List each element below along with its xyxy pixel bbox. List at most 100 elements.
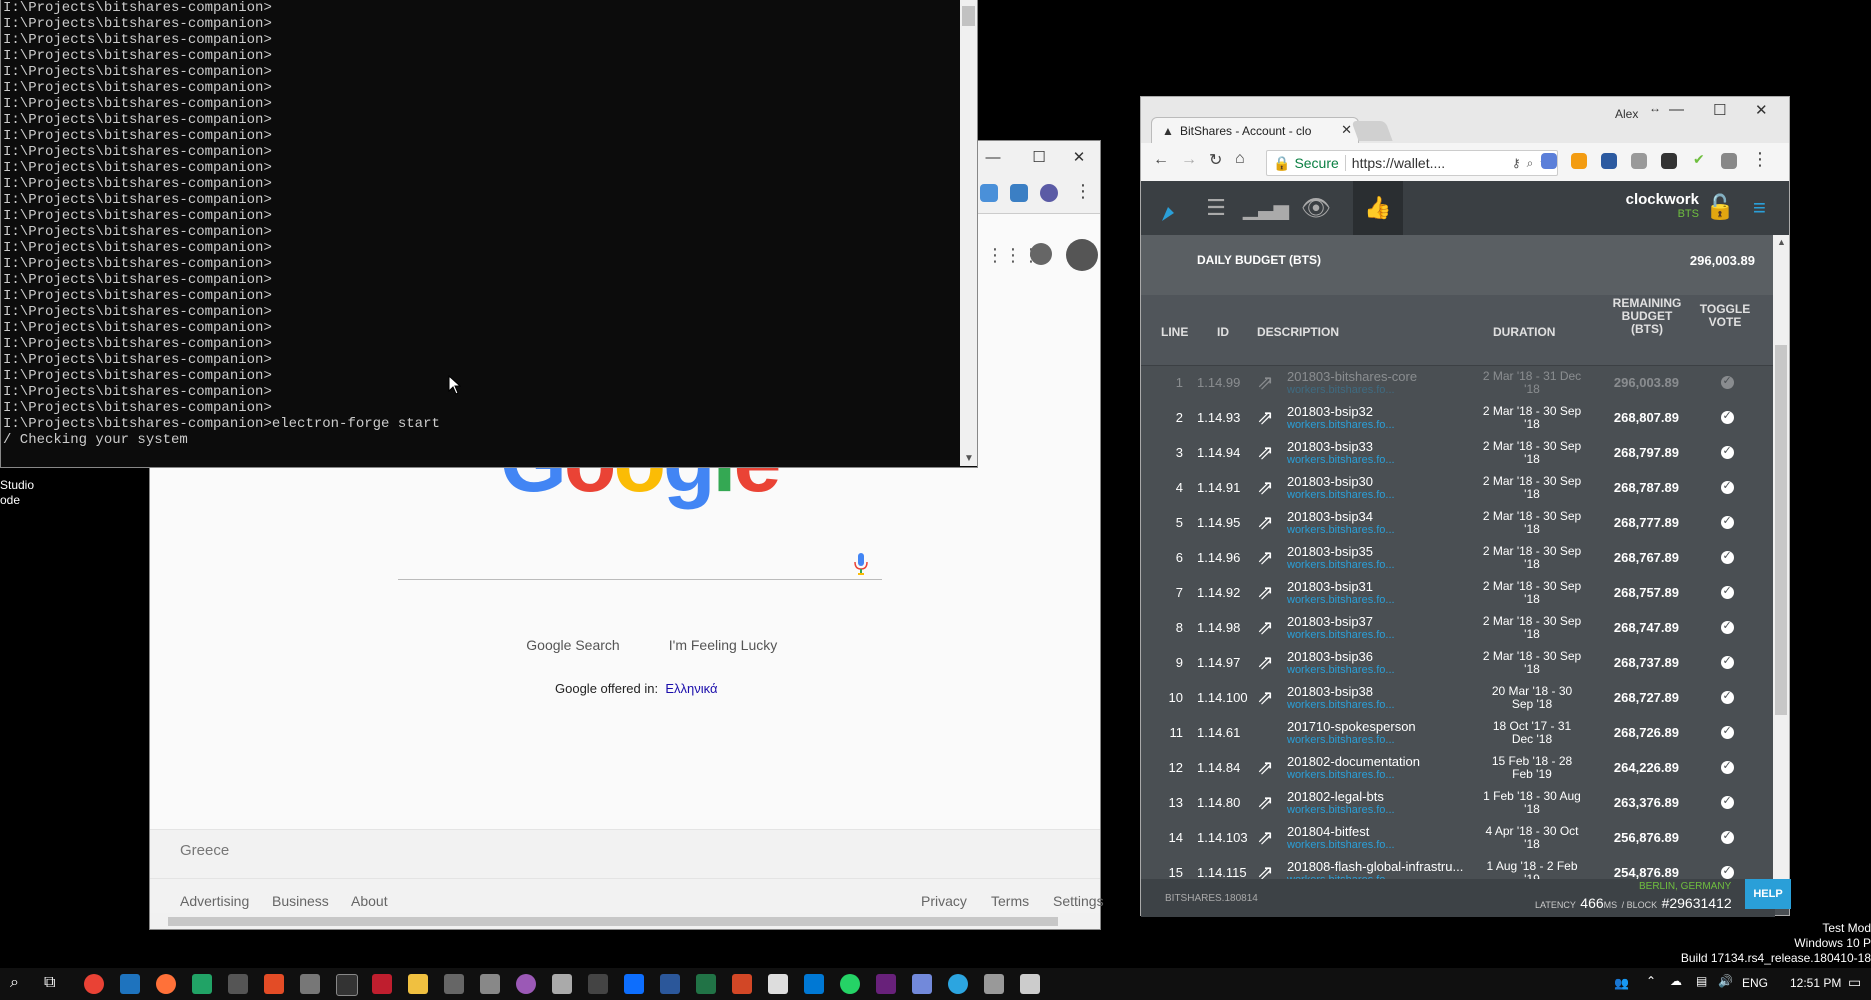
console-scrollbar[interactable]: ▼ [960, 0, 977, 466]
row-link[interactable]: workers.bitshares.fo... [1287, 734, 1395, 746]
share-icon[interactable]: ⇗ [1257, 750, 1281, 785]
row-link[interactable]: workers.bitshares.fo... [1287, 699, 1395, 711]
row-title[interactable]: 201804-bitfest [1287, 824, 1369, 839]
cmd-taskbar-icon[interactable] [336, 974, 358, 996]
reload-icon[interactable]: ↻ [1209, 150, 1222, 170]
store-taskbar-icon[interactable] [444, 974, 464, 994]
row-title[interactable]: 201803-bsip36 [1287, 649, 1373, 664]
row-description[interactable]: 201803-bsip35 workers.bitshares.fo... [1287, 540, 1467, 575]
vote-toggle[interactable]: ✓ [1715, 680, 1739, 715]
row-description[interactable]: 201803-bsip33 workers.bitshares.fo... [1287, 435, 1467, 470]
row-description[interactable]: 201802-documentation workers.bitshares.fo… [1287, 750, 1467, 785]
row-link[interactable]: workers.bitshares.fo... [1287, 384, 1395, 396]
avatar[interactable] [1066, 239, 1098, 271]
clock-time[interactable]: 12:51 PM [1790, 976, 1841, 990]
filezilla-taskbar-icon[interactable] [372, 974, 392, 994]
teamviewer-taskbar-icon[interactable] [624, 974, 644, 994]
word-taskbar-icon[interactable] [660, 974, 680, 994]
row-link[interactable]: workers.bitshares.fo... [1287, 664, 1395, 676]
vote-toggle[interactable]: ✓ [1715, 435, 1739, 470]
zoom-icon[interactable]: ⌕ [1527, 156, 1534, 171]
help-button[interactable]: HELP [1745, 879, 1791, 909]
row-title[interactable]: 201803-bsip31 [1287, 579, 1373, 594]
row-id[interactable]: 1.14.84 [1197, 750, 1257, 785]
share-icon[interactable]: ⇗ [1257, 435, 1281, 470]
row-id[interactable]: 1.14.61 [1197, 715, 1257, 750]
explorer-taskbar-icon[interactable] [408, 974, 428, 994]
row-title[interactable]: 201803-bsip38 [1287, 684, 1373, 699]
about-link[interactable]: About [351, 893, 388, 909]
bitshares-logo-icon[interactable] [1141, 181, 1191, 235]
discord-taskbar-icon[interactable] [912, 974, 932, 994]
chrome-menu-icon[interactable]: ⋮ [1074, 181, 1092, 202]
command-prompt-window[interactable]: I:\Projects\bitshares-companion> I:\Proj… [0, 0, 978, 468]
row-description[interactable]: 201803-bsip32 workers.bitshares.fo... [1287, 400, 1467, 435]
app-taskbar-icon[interactable] [228, 974, 248, 994]
row-link[interactable]: workers.bitshares.fo... [1287, 594, 1395, 606]
close-icon[interactable]: ✕ [1755, 101, 1768, 119]
app-taskbar-icon[interactable] [1020, 974, 1040, 994]
scroll-up-icon[interactable]: ▲ [1777, 237, 1786, 247]
chevron-up-icon[interactable]: ⌃ [1646, 974, 1656, 988]
tab-bitshares-account[interactable]: ▲ BitShares - Account - clo ✕ [1151, 117, 1359, 143]
vertical-scrollbar[interactable]: ▲ ▼ [1773, 235, 1789, 907]
terms-link[interactable]: Terms [991, 893, 1029, 909]
tab-close-icon[interactable]: ✕ [1341, 122, 1352, 138]
vote-toggle[interactable]: ✓ [1715, 750, 1739, 785]
row-id[interactable]: 1.14.96 [1197, 540, 1257, 575]
node-location[interactable]: BERLIN, GERMANY [1639, 881, 1731, 892]
search-icon[interactable]: ⌕ [10, 974, 19, 992]
row-id[interactable]: 1.14.97 [1197, 645, 1257, 680]
col-duration[interactable]: DURATION [1493, 325, 1555, 339]
row-id[interactable]: 1.14.94 [1197, 435, 1257, 470]
scrollbar-thumb[interactable] [962, 6, 975, 26]
people-icon[interactable]: 👥 [1614, 976, 1629, 990]
row-title[interactable]: 201803-bsip37 [1287, 614, 1373, 629]
extension-icon[interactable] [1601, 153, 1617, 169]
checkmark-extension-icon[interactable]: ✔ [1693, 151, 1705, 168]
explorer-eye-icon[interactable]: 👁 [1291, 181, 1341, 235]
whatsapp-taskbar-icon[interactable] [840, 974, 860, 994]
extension-icon[interactable] [1571, 153, 1587, 169]
row-title[interactable]: 201803-bsip30 [1287, 474, 1373, 489]
app-taskbar-icon[interactable] [984, 974, 1004, 994]
scroll-down-icon[interactable]: ▼ [964, 453, 974, 464]
row-link[interactable]: workers.bitshares.fo... [1287, 524, 1395, 536]
extension-icon[interactable] [980, 184, 998, 202]
browser-menu-icon[interactable]: ⋮ [1751, 149, 1769, 170]
vote-toggle[interactable]: ✓ [1715, 645, 1739, 680]
row-id[interactable]: 1.14.100 [1197, 680, 1257, 715]
app-taskbar-icon[interactable] [264, 974, 284, 994]
row-id[interactable]: 1.14.92 [1197, 575, 1257, 610]
app-taskbar-icon[interactable] [480, 974, 500, 994]
row-id[interactable]: 1.14.98 [1197, 610, 1257, 645]
row-link[interactable]: workers.bitshares.fo... [1287, 839, 1395, 851]
row-link[interactable]: workers.bitshares.fo... [1287, 419, 1395, 431]
edge-taskbar-icon[interactable] [120, 974, 140, 994]
volume-icon[interactable]: 🔊 [1718, 974, 1733, 988]
row-description[interactable]: 201803-bitshares-core workers.bitshares.f… [1287, 365, 1467, 400]
vote-toggle[interactable]: ✓ [1715, 575, 1739, 610]
minimize-icon[interactable]: — [1669, 101, 1684, 118]
row-link[interactable]: workers.bitshares.fo... [1287, 559, 1395, 571]
vote-toggle[interactable]: ✓ [1715, 610, 1739, 645]
share-icon[interactable]: ⇗ [1257, 610, 1281, 645]
visual-studio-taskbar-icon[interactable] [876, 974, 896, 994]
row-description[interactable]: 201803-bsip38 workers.bitshares.fo... [1287, 680, 1467, 715]
back-icon[interactable]: ← [1153, 151, 1169, 169]
vote-toggle[interactable]: ✓ [1715, 400, 1739, 435]
extension-icon[interactable] [1721, 153, 1737, 169]
app-taskbar-icon[interactable] [300, 974, 320, 994]
close-button[interactable]: ✕ [1056, 141, 1102, 173]
app-taskbar-icon[interactable] [552, 974, 572, 994]
col-description[interactable]: DESCRIPTION [1257, 325, 1339, 339]
vote-toggle[interactable]: ✓ [1715, 470, 1739, 505]
excel-taskbar-icon[interactable] [696, 974, 716, 994]
share-icon[interactable]: ⇗ [1257, 400, 1281, 435]
google-search-input[interactable] [398, 545, 882, 580]
onedrive-icon[interactable]: ☁ [1670, 974, 1682, 988]
business-link[interactable]: Business [272, 893, 329, 909]
vote-toggle[interactable]: ✓ [1715, 820, 1739, 855]
input-language[interactable]: ENG [1742, 976, 1768, 990]
vote-toggle[interactable]: ✓ [1715, 365, 1739, 400]
